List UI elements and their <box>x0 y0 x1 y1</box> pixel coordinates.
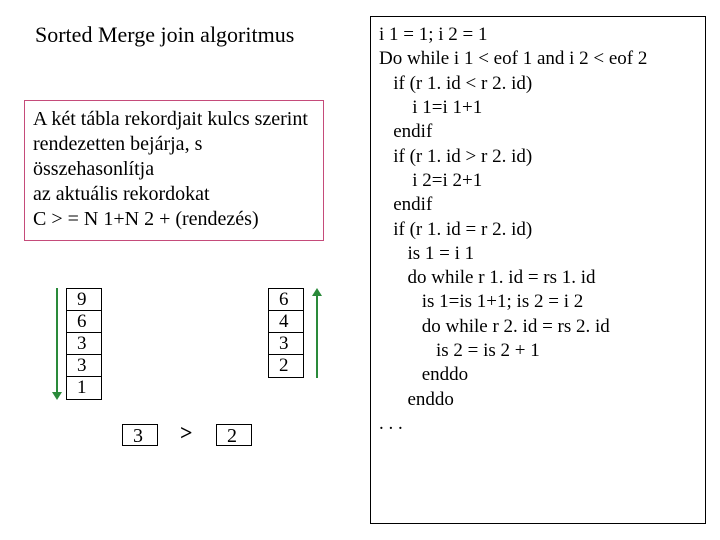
compare-operator: > <box>180 420 193 446</box>
list-item: 4 <box>269 311 303 333</box>
pseudocode-box: i 1 = 1; i 2 = 1 Do while i 1 < eof 1 an… <box>370 16 706 524</box>
list-item: 1 <box>67 377 101 399</box>
description-text: A két tábla rekordjait kulcs szerint ren… <box>33 108 308 230</box>
list-item: 9 <box>67 289 101 311</box>
list-item: 3 <box>269 333 303 355</box>
list-item: 6 <box>67 311 101 333</box>
list-item: 3 <box>67 355 101 377</box>
compare-right-cell: 2 <box>216 424 252 446</box>
stack-right: 6 4 3 2 <box>268 288 304 378</box>
list-item: 3 <box>67 333 101 355</box>
list-item: 2 <box>269 355 303 377</box>
arrow-up-icon <box>310 288 324 378</box>
stack-left: 9 6 3 3 1 <box>66 288 102 400</box>
arrow-down-icon <box>50 288 64 400</box>
page-title: Sorted Merge join algoritmus <box>35 22 294 48</box>
compare-left-cell: 3 <box>122 424 158 446</box>
description-box: A két tábla rekordjait kulcs szerint ren… <box>24 100 324 241</box>
list-item: 6 <box>269 289 303 311</box>
